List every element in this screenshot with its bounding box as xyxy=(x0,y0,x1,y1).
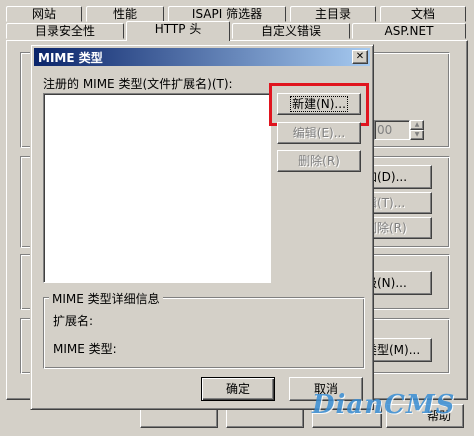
help-label: 帮助 xyxy=(426,409,451,423)
mime-types-dialog: MIME 类型 ✕ 注册的 MIME 类型(文件扩展名)(T): 新建(N)..… xyxy=(30,44,374,410)
new-button-highlight xyxy=(269,83,369,126)
expiration-spin-buttons[interactable]: ▲ ▼ xyxy=(410,120,424,140)
mime-type-label: MIME 类型: xyxy=(53,342,117,356)
expiration-spin-value: 00 xyxy=(377,123,393,137)
mime-details-group-label: MIME 类型详细信息 xyxy=(49,290,163,307)
close-icon[interactable]: ✕ xyxy=(352,50,368,64)
registered-types-label: 注册的 MIME 类型(文件扩展名)(T): xyxy=(43,77,233,91)
edit-mime-button[interactable]: 编辑(E)... xyxy=(277,122,361,144)
edit-mime-label: 编辑(E)... xyxy=(292,126,346,140)
expiration-spin-field[interactable]: 00 xyxy=(374,120,410,140)
close-glyph: ✕ xyxy=(355,51,365,62)
cancel-label: 取消 xyxy=(313,382,338,396)
tab-custom-errors[interactable]: 自定义错误 xyxy=(232,23,350,39)
tab-directory-security[interactable]: 目录安全性 xyxy=(6,23,124,39)
tab-aspnet[interactable]: ASP.NET xyxy=(352,23,466,39)
spin-up-icon[interactable]: ▲ xyxy=(410,120,424,130)
cancel-button[interactable]: 取消 xyxy=(289,377,363,401)
extension-label: 扩展名: xyxy=(53,314,94,328)
mime-details-group xyxy=(43,297,365,369)
help-button[interactable]: 帮助 xyxy=(386,404,464,428)
tab-isapi-filters[interactable]: ISAPI 筛选器 xyxy=(168,6,286,22)
tab-website[interactable]: 网站 xyxy=(6,6,82,22)
delete-mime-label: 删除(R) xyxy=(298,154,340,168)
tab-documents[interactable]: 文档 xyxy=(380,6,466,22)
mime-types-listbox[interactable] xyxy=(43,93,271,283)
dialog-title: MIME 类型 xyxy=(38,51,103,65)
tab-performance[interactable]: 性能 xyxy=(86,6,164,22)
ok-label: 确定 xyxy=(225,382,250,396)
dialog-titlebar[interactable]: MIME 类型 ✕ xyxy=(34,48,370,66)
ok-button[interactable]: 确定 xyxy=(201,377,275,401)
spin-down-icon[interactable]: ▼ xyxy=(410,130,424,140)
tab-home-directory[interactable]: 主目录 xyxy=(290,6,376,22)
delete-mime-button[interactable]: 删除(R) xyxy=(277,150,361,172)
tab-http-headers[interactable]: HTTP 头 xyxy=(126,21,230,41)
